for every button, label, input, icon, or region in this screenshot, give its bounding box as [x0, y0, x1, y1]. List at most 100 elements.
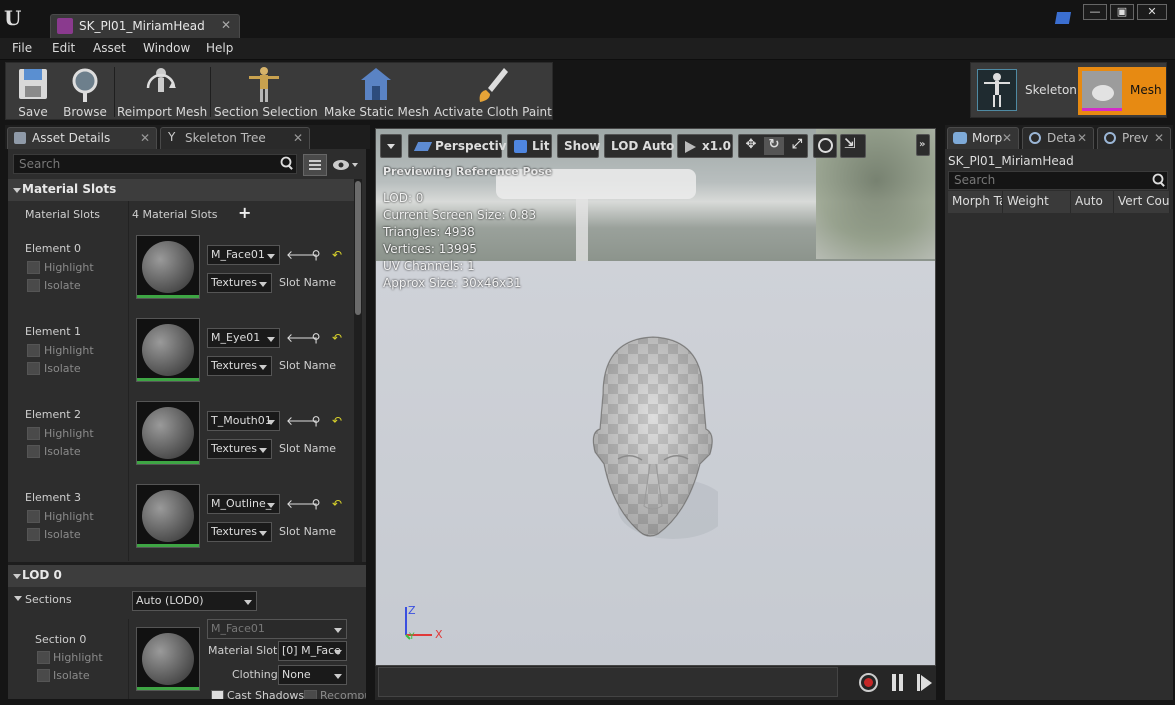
section-isolate-checkbox[interactable]: [37, 669, 50, 682]
material-picker[interactable]: M_Outline_: [207, 494, 280, 514]
textures-dropdown[interactable]: Textures: [207, 273, 272, 293]
pause-button[interactable]: [891, 674, 905, 691]
lit-mode-button[interactable]: Lit: [507, 134, 552, 158]
column-auto[interactable]: Auto: [1071, 191, 1114, 213]
tab-details[interactable]: Deta ✕: [1022, 127, 1094, 149]
material-thumbnail[interactable]: [136, 401, 200, 465]
menu-help[interactable]: Help: [206, 41, 233, 55]
browse-button[interactable]: Browse: [60, 63, 110, 121]
lod-auto-button[interactable]: LOD Auto: [604, 134, 674, 158]
head-mesh[interactable]: [588, 334, 718, 539]
close-tab-icon[interactable]: ✕: [1002, 131, 1012, 145]
source-control-icon[interactable]: [1054, 12, 1072, 24]
recompute-checkbox[interactable]: [304, 690, 317, 699]
perspective-button[interactable]: Perspective: [408, 134, 515, 158]
skeleton-mode-button[interactable]: [977, 69, 1017, 111]
material-picker[interactable]: M_Face01: [207, 245, 280, 265]
scrollbar-thumb[interactable]: [355, 181, 361, 315]
tab-asset-details[interactable]: Asset Details ✕: [7, 127, 157, 149]
section-selection-button[interactable]: Section Selection: [214, 63, 318, 121]
property-matrix-button[interactable]: [303, 154, 327, 176]
material-picker[interactable]: T_Mouth01: [207, 411, 280, 431]
browse-magnifier-icon[interactable]: ⚲: [309, 248, 323, 262]
minimize-button[interactable]: —: [1083, 4, 1107, 20]
viewport-options-button[interactable]: [380, 134, 402, 158]
details-search-input[interactable]: Search: [13, 154, 297, 174]
highlight-checkbox[interactable]: [27, 510, 40, 523]
material-picker[interactable]: M_Eye01: [207, 328, 280, 348]
material-slots-category[interactable]: Material Slots: [8, 179, 356, 201]
maximize-button[interactable]: ▣: [1110, 4, 1134, 20]
playback-speed-button[interactable]: x1.0: [677, 134, 733, 158]
material-slot-dropdown[interactable]: [0] M_Face: [278, 641, 347, 661]
document-tab[interactable]: SK_Pl01_MiriamHead ✕: [50, 14, 240, 38]
make-static-mesh-button[interactable]: Make Static Mesh: [324, 63, 429, 121]
menu-edit[interactable]: Edit: [52, 41, 75, 55]
use-selected-arrow-icon[interactable]: 🡐: [286, 331, 318, 345]
use-selected-arrow-icon[interactable]: 🡐: [286, 414, 318, 428]
column-weight[interactable]: Weight: [1003, 191, 1071, 213]
visibility-options-button[interactable]: [332, 158, 360, 172]
mesh-mode-button[interactable]: Mesh: [1078, 67, 1166, 115]
highlight-checkbox[interactable]: [27, 261, 40, 274]
tab-morph-targets[interactable]: Morp ✕: [947, 127, 1019, 149]
material-thumbnail[interactable]: [136, 484, 200, 548]
tab-skeleton-tree[interactable]: Y Skeleton Tree ✕: [160, 127, 310, 149]
morph-search-input[interactable]: Search: [948, 171, 1168, 190]
column-morph-target[interactable]: Morph Ta: [948, 191, 1003, 213]
toolbar-overflow-button[interactable]: »: [916, 134, 930, 156]
isolate-checkbox[interactable]: [27, 362, 40, 375]
section-highlight-checkbox[interactable]: [37, 651, 50, 664]
save-button[interactable]: Save: [8, 63, 58, 121]
isolate-checkbox[interactable]: [27, 528, 40, 541]
rotate-icon[interactable]: ↻: [764, 137, 784, 155]
isolate-checkbox[interactable]: [27, 445, 40, 458]
close-tab-icon[interactable]: ✕: [293, 131, 303, 145]
material-thumbnail[interactable]: [136, 235, 200, 299]
material-thumbnail[interactable]: [136, 318, 200, 382]
section-material-thumbnail[interactable]: [136, 627, 200, 691]
close-tab-icon[interactable]: ✕: [140, 131, 150, 145]
isolate-checkbox[interactable]: [27, 279, 40, 292]
reset-to-default-icon[interactable]: ↶: [330, 331, 344, 345]
surface-snapping-button[interactable]: ⇲: [840, 134, 866, 158]
lod-0-category[interactable]: LOD 0: [8, 565, 366, 587]
menu-window[interactable]: Window: [143, 41, 190, 55]
mesh-viewport[interactable]: Perspective Lit Show LOD Auto x1.0 ✥ ↻ ⤢…: [375, 128, 936, 666]
cast-shadows-checkbox[interactable]: [211, 690, 224, 699]
activate-cloth-paint-button[interactable]: Activate Cloth Paint: [434, 63, 552, 121]
timeline-scrubber[interactable]: [378, 667, 838, 697]
browse-magnifier-icon[interactable]: ⚲: [309, 331, 323, 345]
close-tab-icon[interactable]: ✕: [221, 18, 231, 32]
textures-dropdown[interactable]: Textures: [207, 356, 272, 376]
step-forward-button[interactable]: [917, 674, 933, 691]
add-material-slot-button[interactable]: +: [238, 203, 251, 222]
menu-asset[interactable]: Asset: [93, 41, 126, 55]
browse-magnifier-icon[interactable]: ⚲: [309, 414, 323, 428]
record-button[interactable]: [859, 673, 878, 692]
browse-magnifier-icon[interactable]: ⚲: [309, 497, 323, 511]
sections-lod-dropdown[interactable]: Auto (LOD0): [132, 591, 257, 611]
use-selected-arrow-icon[interactable]: 🡐: [286, 497, 318, 511]
reimport-mesh-button[interactable]: Reimport Mesh: [117, 63, 207, 121]
close-tab-icon[interactable]: ✕: [1077, 131, 1087, 145]
tab-preview-settings[interactable]: Prev ✕: [1097, 127, 1171, 149]
use-selected-arrow-icon[interactable]: 🡐: [286, 248, 318, 262]
sections-expand-arrow[interactable]: [14, 596, 22, 601]
clothing-dropdown[interactable]: None: [278, 665, 347, 685]
menu-file[interactable]: File: [12, 41, 32, 55]
close-tab-icon[interactable]: ✕: [1154, 131, 1164, 145]
unreal-logo-icon[interactable]: U: [4, 5, 30, 31]
column-vert-count[interactable]: Vert Cou: [1114, 191, 1170, 213]
highlight-checkbox[interactable]: [27, 427, 40, 440]
textures-dropdown[interactable]: Textures: [207, 522, 272, 542]
translate-icon[interactable]: ✥: [741, 137, 761, 155]
close-window-button[interactable]: ✕: [1137, 4, 1167, 20]
reset-to-default-icon[interactable]: ↶: [330, 414, 344, 428]
details-scrollbar[interactable]: [354, 179, 362, 563]
textures-dropdown[interactable]: Textures: [207, 439, 272, 459]
scale-icon[interactable]: ⤢: [787, 137, 807, 155]
reset-to-default-icon[interactable]: ↶: [330, 248, 344, 262]
highlight-checkbox[interactable]: [27, 344, 40, 357]
world-local-toggle[interactable]: [813, 134, 837, 158]
